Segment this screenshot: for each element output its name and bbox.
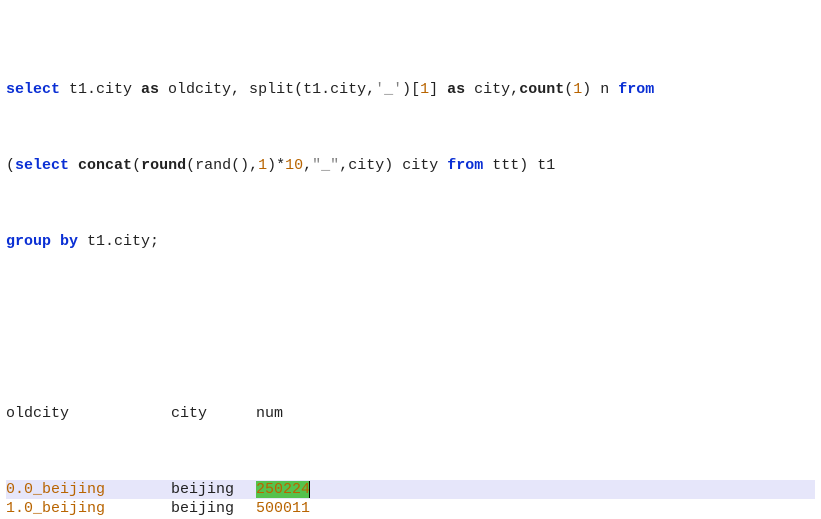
code-editor[interactable]: select t1.city as oldcity, split(t1.city…: [0, 0, 821, 519]
cell-num: 500011: [256, 499, 310, 518]
cell-city: beijing: [171, 499, 256, 518]
cell-city: beijing: [171, 480, 256, 499]
kw-select: select: [15, 157, 69, 174]
fn-count: count: [519, 81, 564, 98]
string-literal: '_': [375, 81, 402, 98]
table-row[interactable]: 1.0_beijingbeijing500011: [6, 499, 815, 518]
cell-oldcity: 1.0_beijing: [6, 499, 171, 518]
header-city: city: [171, 404, 256, 423]
kw-from: from: [618, 81, 654, 98]
result-rows: 0.0_beijingbeijing2502241.0_beijingbeiji…: [6, 480, 815, 519]
kw-by: by: [60, 233, 78, 250]
sql1-line2[interactable]: (select concat(round(rand(),1)*10,"_",ci…: [6, 156, 815, 175]
text-caret: [309, 481, 310, 498]
cell-oldcity: 0.0_beijing: [6, 480, 171, 499]
header-oldcity: oldcity: [6, 404, 171, 423]
header-num: num: [256, 404, 283, 423]
sql1-line3[interactable]: group by t1.city;: [6, 232, 815, 251]
kw-from: from: [447, 157, 483, 174]
number-literal: 1: [573, 81, 582, 98]
selected-text[interactable]: 250224: [256, 481, 310, 498]
fn-round: round: [141, 157, 186, 174]
result-header: oldcitycitynum: [6, 404, 815, 423]
kw-as: as: [141, 81, 159, 98]
kw-group: group: [6, 233, 51, 250]
fn-concat: concat: [78, 157, 132, 174]
string-literal: "_": [312, 157, 339, 174]
number-literal: 1: [420, 81, 429, 98]
blank-line: [6, 308, 815, 328]
cell-num: 250224: [256, 480, 310, 499]
table-row[interactable]: 0.0_beijingbeijing250224: [6, 480, 815, 499]
kw-as: as: [447, 81, 465, 98]
sql1-line1[interactable]: select t1.city as oldcity, split(t1.city…: [6, 80, 815, 99]
kw-select: select: [6, 81, 60, 98]
